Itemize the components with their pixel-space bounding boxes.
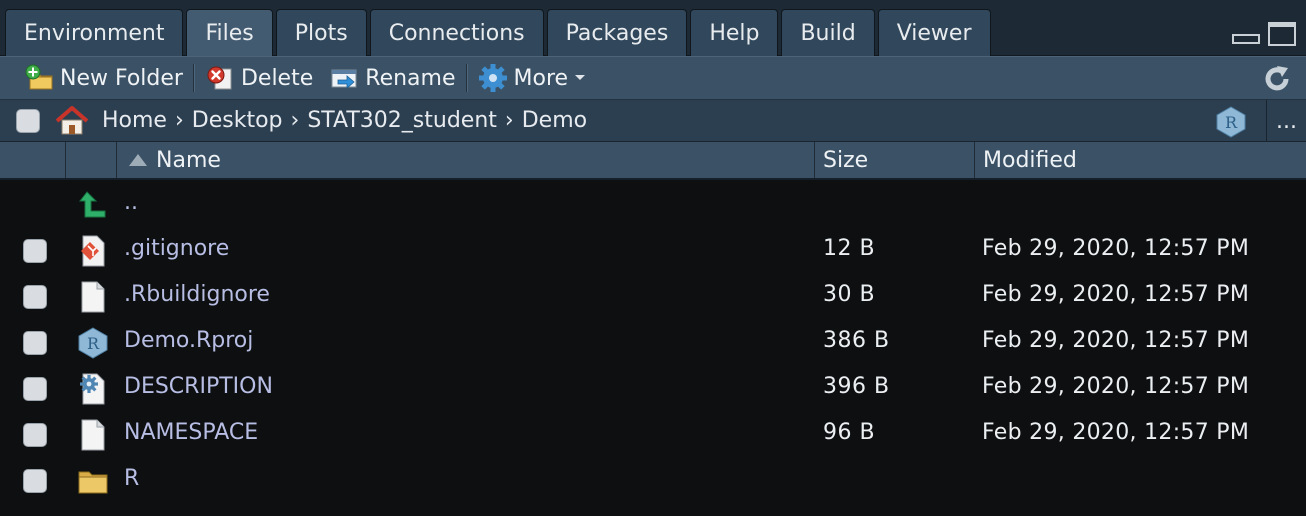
sort-ascending-icon [129,154,147,166]
row-checkbox[interactable] [23,377,47,401]
rename-icon [331,69,357,89]
table-row[interactable]: .Rbuildignore 30 B Feb 29, 2020, 12:57 P… [0,274,1306,320]
file-name[interactable]: .. [124,190,138,215]
new-folder-label: New Folder [60,65,183,91]
rproj-file-icon: R [78,327,108,359]
file-size: 12 B [823,236,876,261]
path-bar-actions: R ... [1214,100,1306,143]
tab-environment[interactable]: Environment [5,9,184,56]
minimize-pane-icon[interactable] [1232,34,1260,44]
file-name[interactable]: R [124,466,139,491]
gear-icon [478,64,507,92]
breadcrumb-separator: › [504,108,514,133]
delete-label: Delete [240,65,314,91]
table-row[interactable]: DESCRIPTION 396 B Feb 29, 2020, 12:57 PM [0,366,1306,412]
file-size: 396 B [823,374,890,399]
tab-plots[interactable]: Plots [275,9,367,56]
maximize-pane-icon[interactable] [1268,22,1296,46]
file-modified: Feb 29, 2020, 12:57 PM [982,282,1250,307]
breadcrumb-home[interactable]: Home [102,108,167,133]
home-icon[interactable] [54,105,90,136]
file-list: .. .gitignore 12 B Feb 29, 2020, 12:57 P… [0,180,1306,516]
go-to-directory-button[interactable]: ... [1266,100,1306,143]
row-checkbox[interactable] [23,285,47,309]
breadcrumb-desktop[interactable]: Desktop [192,108,283,133]
text-file-icon [81,419,105,451]
delete-icon [207,66,232,90]
file-name[interactable]: Demo.Rproj [124,328,253,353]
tab-packages[interactable]: Packages [546,9,688,56]
tab-list: Environment Files Plots Connections Pack… [5,9,994,56]
column-size-label: Size [823,147,869,173]
file-size: 30 B [823,282,876,307]
breadcrumb-separator: › [174,108,184,133]
column-name-label: Name [156,147,221,173]
rename-label: Rename [365,65,456,91]
files-toolbar: New Folder Delete Rename More [0,56,1306,99]
text-file-icon [81,281,105,313]
toolbar-separator [192,64,195,92]
column-header-name[interactable]: Name [117,142,815,178]
breadcrumb-stat302[interactable]: STAT302_student [307,108,497,133]
header-checkbox-column [0,142,66,178]
tab-connections[interactable]: Connections [369,9,544,56]
config-file-icon [80,373,105,405]
breadcrumb-demo[interactable]: Demo [522,108,587,133]
tab-files[interactable]: Files [186,9,273,56]
pane-window-controls [1232,22,1296,46]
git-file-icon [81,235,105,267]
table-row[interactable]: .gitignore 12 B Feb 29, 2020, 12:57 PM [0,228,1306,274]
file-modified: Feb 29, 2020, 12:57 PM [982,374,1250,399]
file-list-header: Name Size Modified [0,142,1306,180]
tab-viewer[interactable]: Viewer [877,9,991,56]
file-size: 96 B [823,420,876,445]
file-modified: Feb 29, 2020, 12:57 PM [982,236,1250,261]
pane-tab-bar: Environment Files Plots Connections Pack… [0,0,1306,56]
table-row[interactable]: NAMESPACE 96 B Feb 29, 2020, 12:57 PM [0,412,1306,458]
file-name[interactable]: .gitignore [124,236,229,261]
more-label: More [513,65,569,91]
table-row[interactable]: R [0,458,1306,504]
file-name[interactable]: .Rbuildignore [124,282,270,307]
file-modified: Feb 29, 2020, 12:57 PM [982,420,1250,445]
r-project-icon[interactable]: R [1214,105,1248,138]
new-folder-button[interactable]: New Folder [16,58,191,98]
delete-button[interactable]: Delete [197,58,321,98]
new-folder-icon [25,64,53,90]
breadcrumb-separator: › [290,108,300,133]
row-checkbox[interactable] [23,423,47,447]
file-name[interactable]: DESCRIPTION [124,374,273,399]
more-menu-button[interactable]: More [470,58,595,98]
file-modified: Feb 29, 2020, 12:57 PM [982,328,1250,353]
toolbar-separator [465,64,468,92]
select-all-checkbox[interactable] [16,108,40,133]
folder-icon [78,471,108,494]
chevron-down-icon [575,75,586,80]
header-icon-column [66,142,117,178]
table-row-parent[interactable]: .. [0,182,1306,228]
file-name[interactable]: NAMESPACE [124,420,258,445]
column-header-modified[interactable]: Modified [975,142,1306,178]
column-header-size[interactable]: Size [815,142,975,178]
rename-button[interactable]: Rename [321,58,463,98]
file-size: 386 B [823,328,890,353]
tab-help[interactable]: Help [690,9,779,56]
path-bar: Home › Desktop › STAT302_student › Demo … [0,99,1306,143]
svg-text:R: R [87,334,100,353]
svg-text:R: R [1225,113,1238,132]
table-row[interactable]: R Demo.Rproj 386 B Feb 29, 2020, 12:57 P… [0,320,1306,366]
parent-folder-icon [78,191,106,218]
column-modified-label: Modified [983,147,1077,173]
row-checkbox[interactable] [23,469,47,493]
refresh-icon[interactable] [1262,64,1292,94]
row-checkbox[interactable] [23,331,47,355]
tab-build[interactable]: Build [781,9,875,56]
row-checkbox[interactable] [23,239,47,263]
